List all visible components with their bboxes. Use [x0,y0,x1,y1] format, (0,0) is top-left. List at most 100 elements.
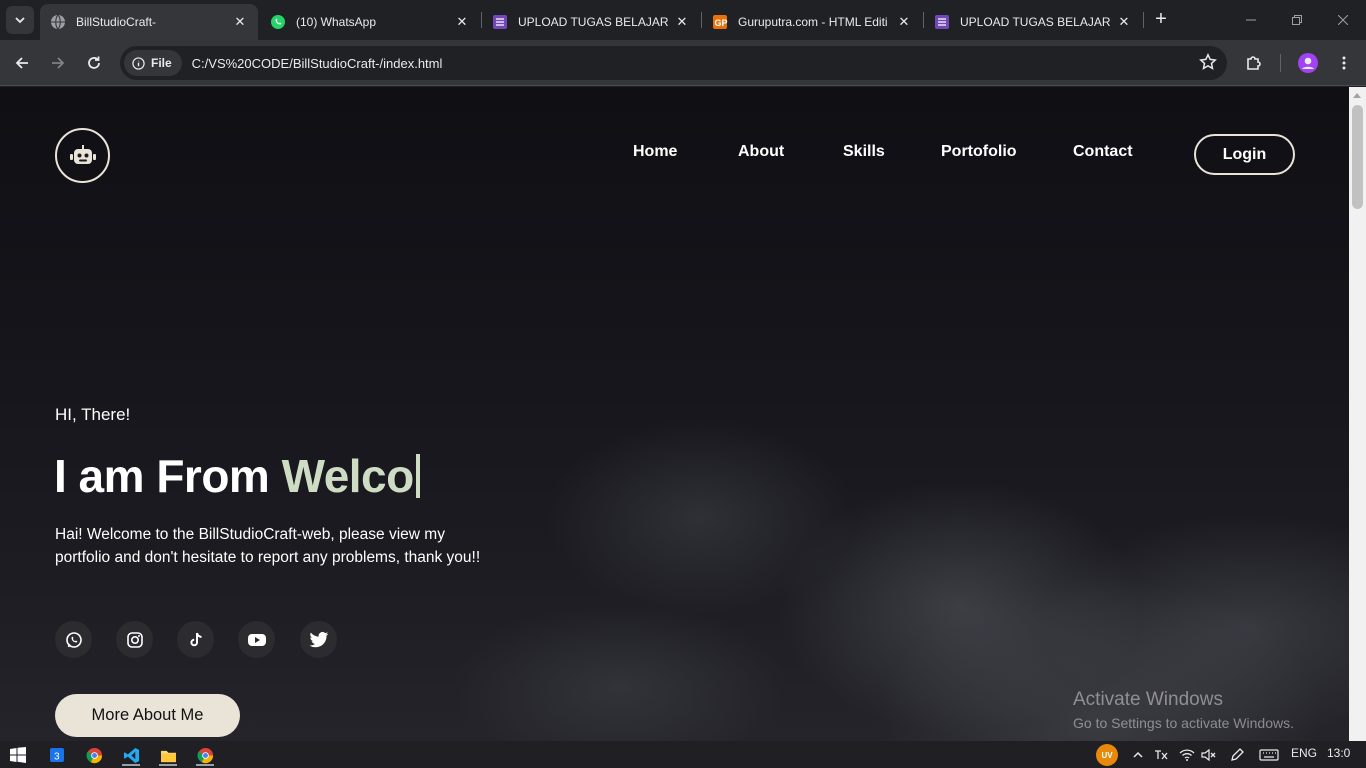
nav-about[interactable]: About [738,143,784,161]
close-icon[interactable]: ✕ [1116,14,1132,30]
forward-button[interactable] [44,49,72,77]
close-icon[interactable]: ✕ [454,14,470,30]
whatsapp-icon [65,631,82,648]
page-scrollbar[interactable] [1349,87,1366,741]
bookmark-star-icon[interactable] [1199,53,1217,76]
close-window-button[interactable] [1320,0,1366,40]
page-viewport: Home About Skills Portofolio Contact Log… [0,87,1349,741]
more-vertical-icon [1342,56,1346,70]
tab-title: (10) WhatsApp [296,15,377,29]
gp-icon: GP [712,14,728,30]
chrome-icon [85,747,102,763]
info-icon [132,56,145,70]
profile-avatar[interactable] [1294,49,1322,77]
keyboard-ime-icon [1155,750,1168,760]
user-avatar-label: UV [1101,750,1113,760]
minimize-button[interactable] [1228,0,1274,40]
site-logo[interactable] [55,128,110,183]
close-icon[interactable]: ✕ [896,14,912,30]
close-icon[interactable]: ✕ [674,14,690,30]
active-app-indicator [159,764,177,766]
tray-wifi-button[interactable] [1176,744,1198,766]
login-button[interactable]: Login [1194,134,1295,175]
headline-prefix: I am From [54,450,270,502]
svg-text:3: 3 [54,752,60,763]
tab-title: Guruputra.com - HTML Editi [738,15,888,29]
tray-language[interactable]: ENG [1291,746,1317,760]
taskbar-file-explorer[interactable] [157,744,179,766]
social-instagram-button[interactable] [116,621,153,658]
toolbar-separator [1280,54,1281,72]
nav-skills[interactable]: Skills [843,143,885,161]
new-tab-button[interactable]: + [1150,9,1172,31]
taskbar-chrome-app[interactable] [83,744,105,766]
active-app-indicator [196,764,214,766]
tray-volume-button[interactable] [1198,744,1220,766]
nav-home[interactable]: Home [633,143,677,161]
headline-typed-text: Welco [281,450,415,502]
tab-separator [1143,12,1144,28]
chrome-icon [196,747,213,763]
url-text[interactable]: C:/VS%20CODE/BillStudioCraft-/index.html [192,56,443,71]
greeting-text: HI, There! [55,405,131,424]
back-button[interactable] [8,49,36,77]
social-tiktok-button[interactable] [177,621,214,658]
arrow-left-icon [15,57,28,69]
hero-headline: I am From Welco [54,449,420,503]
windows-logo-icon [10,747,26,763]
scroll-up-arrow-icon[interactable] [1353,93,1361,98]
active-app-indicator [122,764,140,766]
volume-muted-icon [1201,748,1216,762]
nav-portofolio[interactable]: Portofolio [941,143,1017,161]
browser-toolbar: File C:/VS%20CODE/BillStudioCraft-/index… [0,40,1366,86]
arrow-right-icon [52,57,65,69]
extensions-button[interactable] [1240,49,1268,77]
tab-whatsapp[interactable]: (10) WhatsApp ✕ [260,4,480,40]
taskbar-vscode-app[interactable] [120,744,142,766]
tray-touch-keyboard-button[interactable] [1258,744,1280,766]
tab-title: UPLOAD TUGAS BELAJAR [960,15,1111,29]
tab-guruputra[interactable]: GP Guruputra.com - HTML Editi ✕ [702,4,922,40]
social-youtube-button[interactable] [238,621,275,658]
vscode-icon [123,747,139,763]
tab-upload-tugas-1[interactable]: UPLOAD TUGAS BELAJAR ✕ [482,4,700,40]
address-bar[interactable]: File C:/VS%20CODE/BillStudioCraft-/index… [120,46,1227,80]
close-icon[interactable]: ✕ [232,14,248,30]
taskbar-calendar-app[interactable]: 3 [46,744,68,766]
tab-billstudiocraft[interactable]: BillStudioCraft- ✕ [40,4,258,40]
instagram-icon [126,631,143,648]
calendar-icon: 3 [50,748,64,763]
watermark-subtitle: Go to Settings to activate Windows. [1073,715,1294,731]
browser-menu-button[interactable] [1330,49,1358,77]
reload-button[interactable] [80,49,108,77]
svg-text:GP: GP [715,18,728,28]
reload-icon [88,56,100,69]
tab-search-button[interactable] [6,6,34,34]
tab-title: BillStudioCraft- [76,15,157,29]
tiktok-icon [189,632,202,646]
tab-title: UPLOAD TUGAS BELAJAR [518,15,669,29]
scrollbar-thumb[interactable] [1352,105,1363,209]
tray-pen-button[interactable] [1226,744,1248,766]
chevron-up-icon [1133,751,1143,758]
profile-icon [1298,53,1318,73]
tab-strip: BillStudioCraft- ✕ (10) WhatsApp ✕ UPLOA… [0,0,1366,40]
social-twitter-button[interactable] [300,621,337,658]
tray-user-avatar[interactable]: UV [1096,744,1118,766]
nav-contact[interactable]: Contact [1073,143,1133,161]
pen-icon [1231,748,1244,761]
site-info-chip[interactable]: File [124,50,182,76]
activate-windows-watermark: Activate Windows Go to Settings to activ… [1073,689,1294,731]
tab-upload-tugas-2[interactable]: UPLOAD TUGAS BELAJAR ✕ [924,4,1142,40]
tray-clock[interactable]: 13:0 [1327,746,1350,760]
tray-show-hidden-button[interactable] [1127,744,1149,766]
puzzle-icon [1247,56,1261,70]
keyboard-icon [1259,749,1279,761]
taskbar-chrome-window[interactable] [194,744,216,766]
restore-button[interactable] [1274,0,1320,40]
tray-ime-button[interactable] [1150,744,1172,766]
social-whatsapp-button[interactable] [55,621,92,658]
typing-caret [415,454,420,498]
windows-start-button[interactable] [7,744,29,766]
more-about-me-button[interactable]: More About Me [55,694,240,737]
